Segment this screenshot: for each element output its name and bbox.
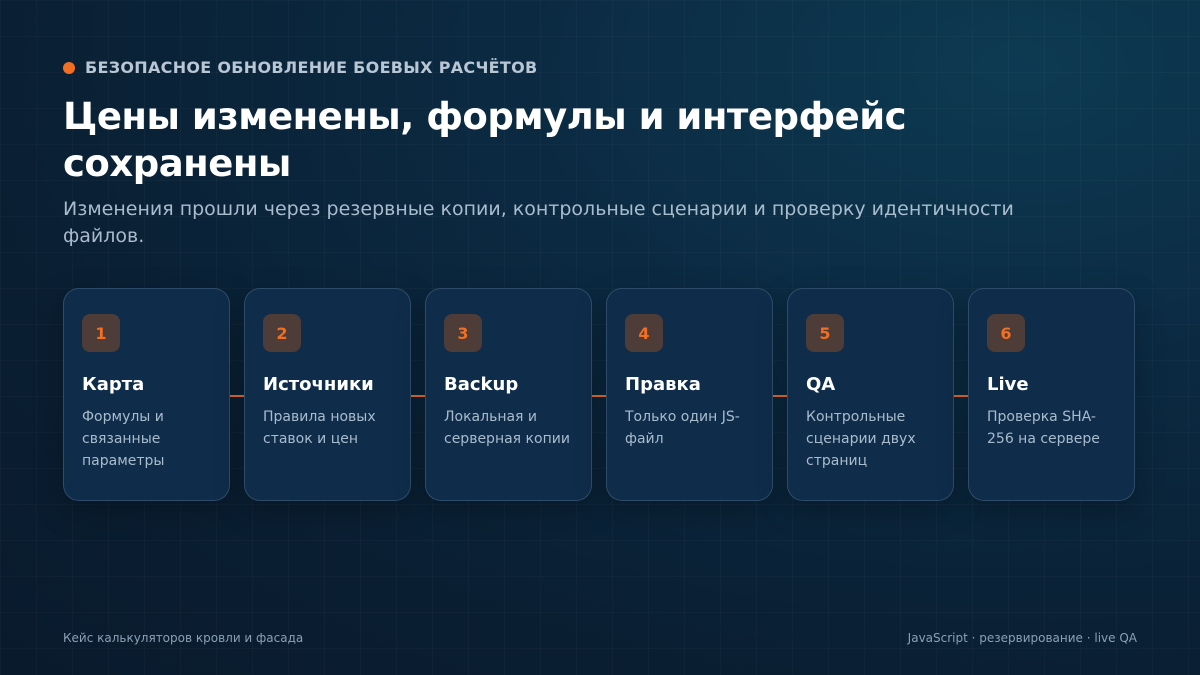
step-description: Правила новых ставок и цен <box>263 409 376 447</box>
step-title: Live <box>987 374 1029 395</box>
step-number-badge: 1 <box>82 314 120 352</box>
steps-connector-line <box>83 395 1117 397</box>
step-number-badge: 4 <box>625 314 663 352</box>
footer-tags: JavaScript · резервирование · live QA <box>907 631 1137 645</box>
step-title: Правка <box>625 374 701 395</box>
page-title: Цены изменены, формулы и интерфейс сохра… <box>63 95 907 185</box>
step-card-sources: 2 Источники Правила новых ставок и цен <box>244 288 411 501</box>
page-subtitle: Изменения прошли через резервные копии, … <box>63 198 1014 247</box>
step-number-badge: 5 <box>806 314 844 352</box>
process-steps: 1 Карта Формулы и связанные параметры 2 … <box>63 288 1137 503</box>
step-card-map: 1 Карта Формулы и связанные параметры <box>63 288 230 501</box>
eyebrow-text: Безопасное обновление боевых расчётов <box>85 58 538 77</box>
step-number-badge: 3 <box>444 314 482 352</box>
step-description: Только один JS-файл <box>625 409 740 447</box>
step-title: Карта <box>82 374 145 395</box>
step-card-backup: 3 Backup Локальная и серверная копии <box>425 288 592 501</box>
step-title: Backup <box>444 374 519 395</box>
step-number-badge: 6 <box>987 314 1025 352</box>
step-title: QA <box>806 374 836 395</box>
accent-dot-icon <box>63 61 75 74</box>
step-description: Формулы и связанные параметры <box>82 409 165 469</box>
eyebrow: Безопасное обновление боевых расчётов <box>63 58 538 77</box>
step-description: Контрольные сценарии двух страниц <box>806 409 916 469</box>
step-description: Проверка SHA-256 на сервере <box>987 409 1100 447</box>
step-card-live: 6 Live Проверка SHA-256 на сервере <box>968 288 1135 501</box>
step-card-qa: 5 QA Контрольные сценарии двух страниц <box>787 288 954 501</box>
step-title: Источники <box>263 374 374 395</box>
step-card-edit: 4 Правка Только один JS-файл <box>606 288 773 501</box>
step-number-badge: 2 <box>263 314 301 352</box>
step-description: Локальная и серверная копии <box>444 409 570 447</box>
footer-case-label: Кейс калькуляторов кровли и фасада <box>63 631 304 645</box>
